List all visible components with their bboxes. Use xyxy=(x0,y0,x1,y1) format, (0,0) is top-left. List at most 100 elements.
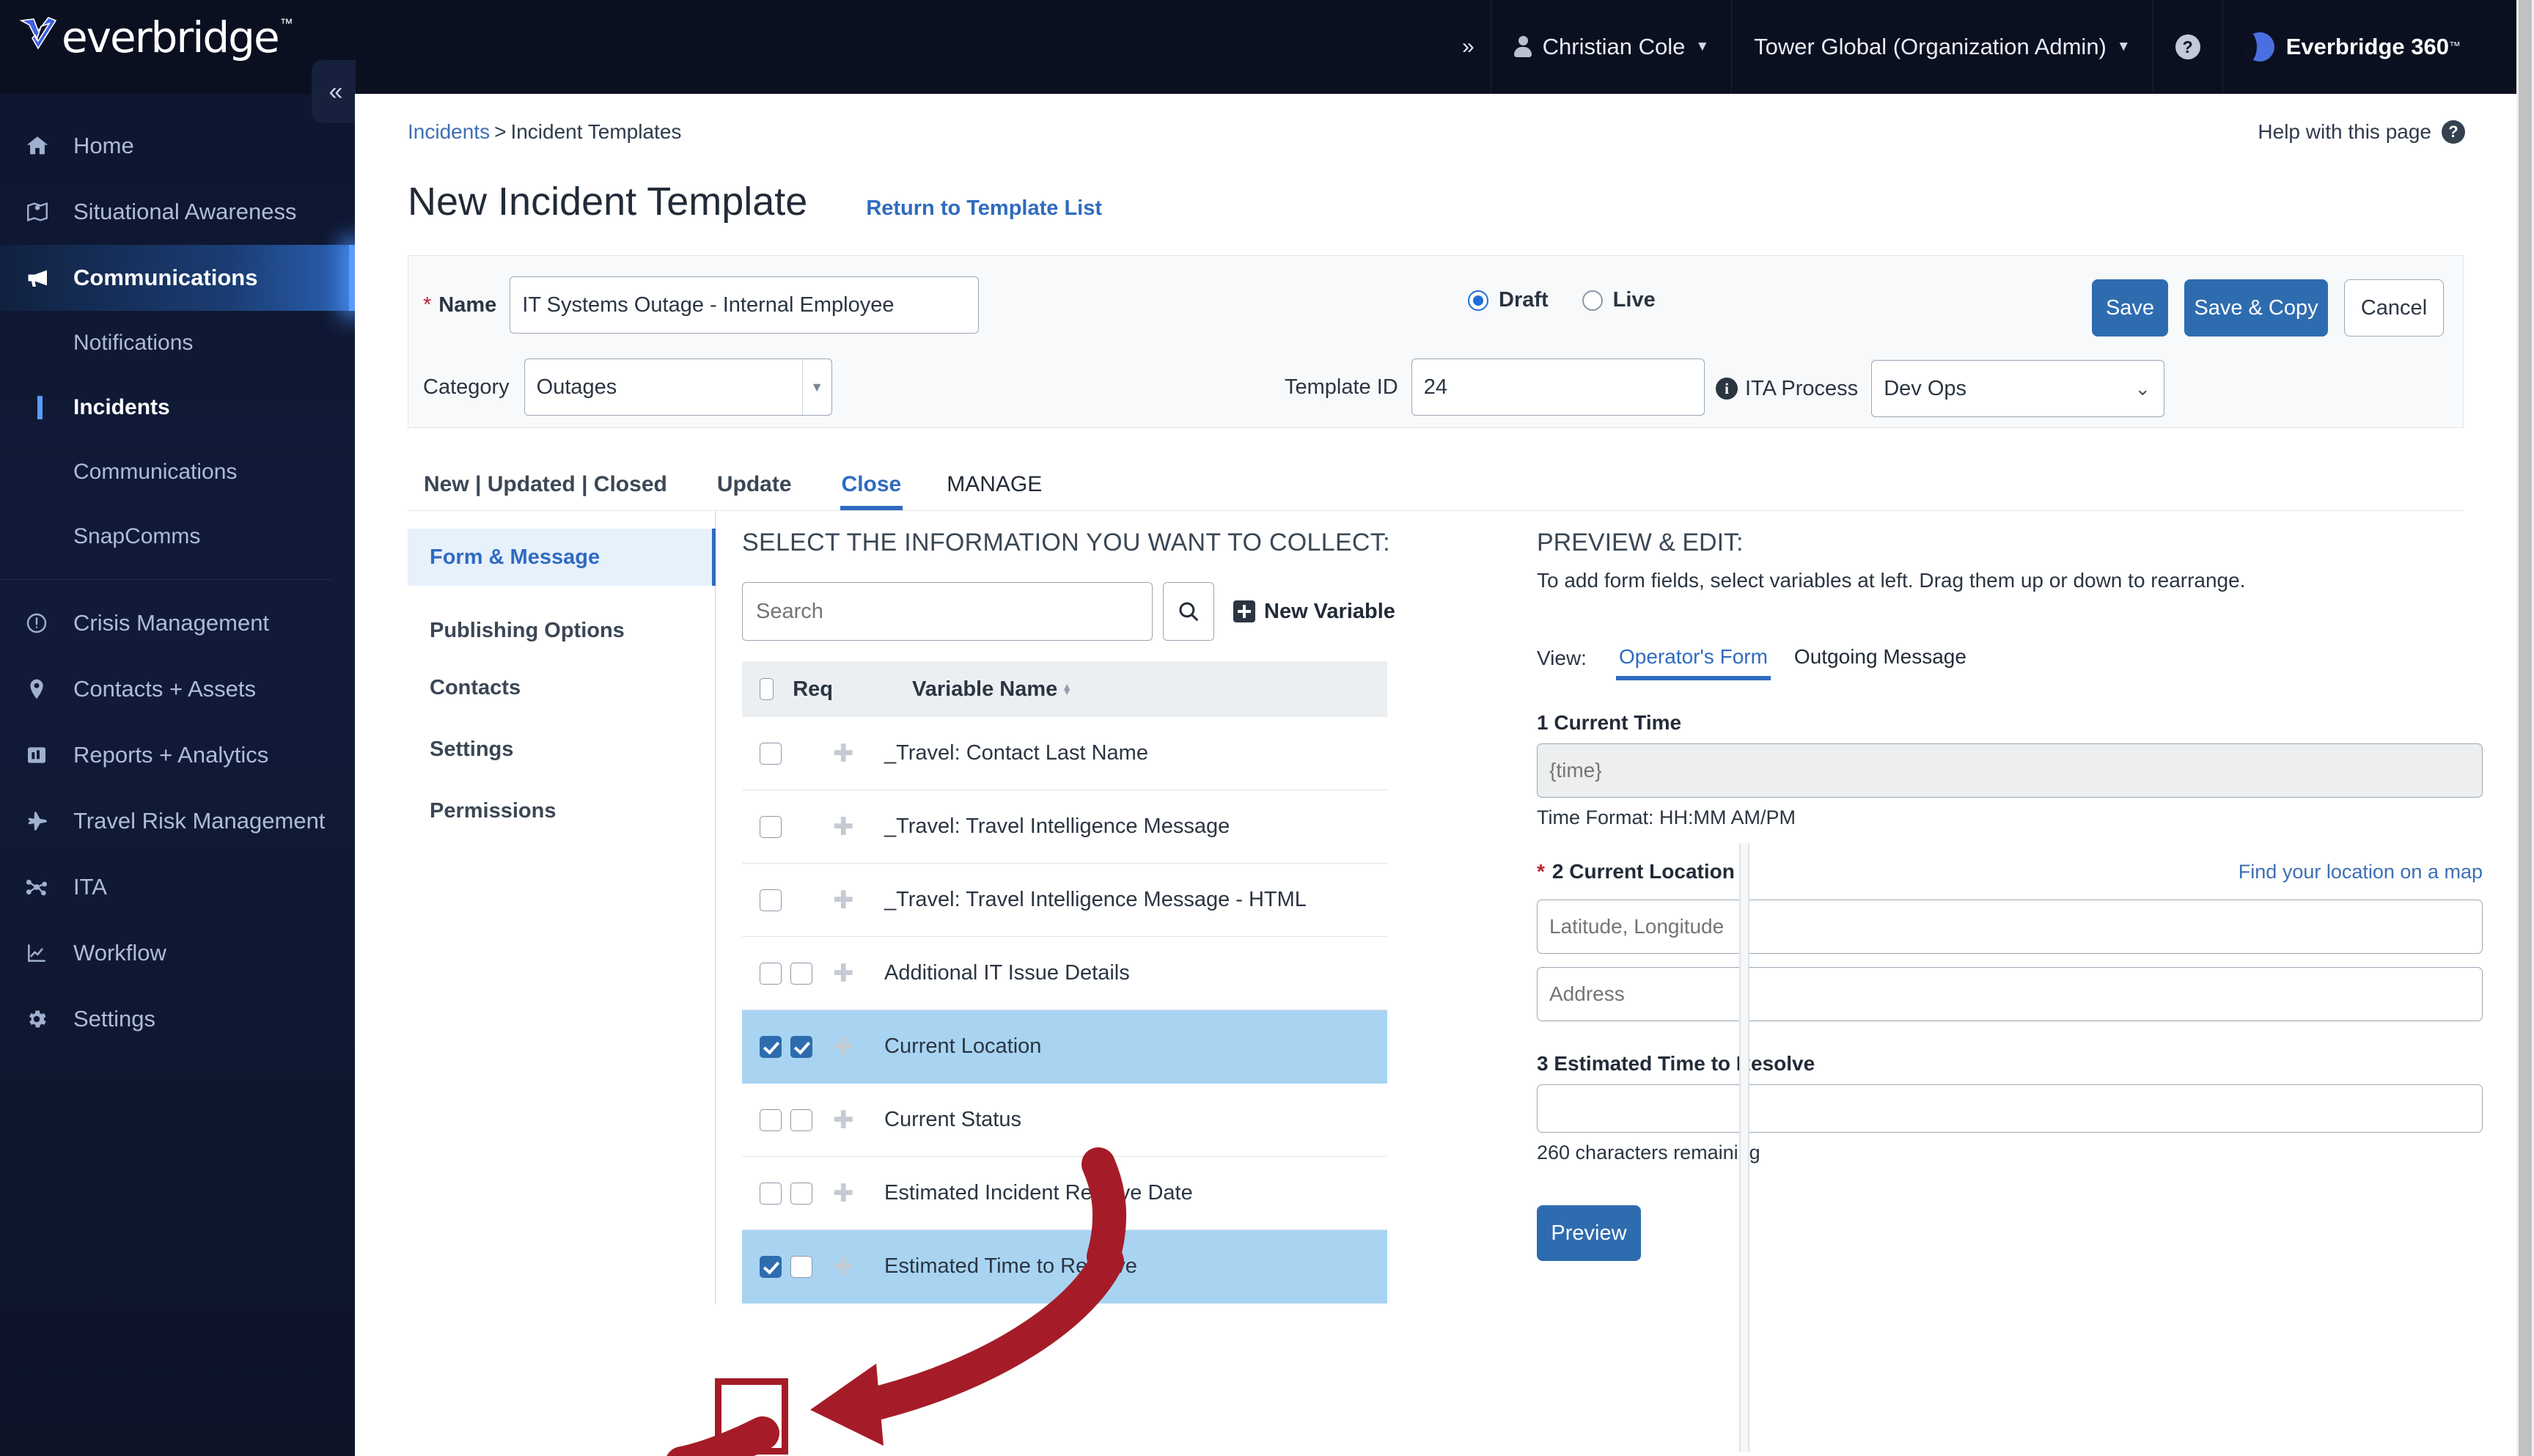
draft-radio[interactable] xyxy=(1468,290,1488,311)
sidebar-item-reports-analytics[interactable]: Reports + Analytics xyxy=(0,722,355,788)
search-input[interactable] xyxy=(742,582,1153,641)
tab-manage[interactable]: MANAGE xyxy=(930,472,1058,510)
search-button[interactable] xyxy=(1163,582,1214,641)
variable-name: _Travel: Contact Last Name xyxy=(884,741,1148,765)
variable-name: _Travel: Travel Intelligence Message - H… xyxy=(884,888,1307,911)
sidebar-item-snapcomms[interactable]: SnapComms xyxy=(0,504,355,569)
variables-list-scrollbar[interactable] xyxy=(1739,843,1749,1452)
chevron-down-icon: ▼ xyxy=(2116,39,2131,54)
sidebar-item-contacts-assets[interactable]: Contacts + Assets xyxy=(0,656,355,722)
include-checkbox[interactable] xyxy=(760,889,782,911)
estimated-time-to-resolve-input[interactable] xyxy=(1537,1084,2483,1133)
required-checkbox[interactable] xyxy=(790,1035,812,1058)
save-and-copy-button[interactable]: Save & Copy xyxy=(2184,279,2328,337)
expand-menu-icon[interactable]: » xyxy=(1443,34,1491,59)
include-checkbox[interactable] xyxy=(760,962,782,985)
new-variable-label: New Variable xyxy=(1264,599,1395,623)
save-button[interactable]: Save xyxy=(2092,279,2168,337)
cancel-button[interactable]: Cancel xyxy=(2344,279,2444,337)
template-id-input[interactable] xyxy=(1411,359,1705,416)
subnav-item-permissions[interactable]: Permissions xyxy=(408,782,715,839)
return-to-template-list-link[interactable]: Return to Template List xyxy=(866,196,1102,221)
organization-menu[interactable]: Tower Global (Organization Admin) ▼ xyxy=(1732,0,2153,94)
required-checkbox[interactable] xyxy=(790,1182,812,1205)
ita-process-select[interactable]: Dev Ops ⌄ xyxy=(1871,360,2165,417)
include-checkbox[interactable] xyxy=(760,1035,782,1058)
drag-plus-icon[interactable]: ✚ xyxy=(833,959,884,988)
sidebar-item-workflow[interactable]: Workflow xyxy=(0,920,355,986)
sidebar-item-communications-sub[interactable]: Communications xyxy=(0,440,355,504)
tab-operators-form[interactable]: Operator's Form xyxy=(1606,645,1781,680)
table-row[interactable]: ✚ Additional IT Issue Details xyxy=(742,937,1387,1010)
drag-plus-icon[interactable]: ✚ xyxy=(833,1252,884,1282)
new-variable-button[interactable]: New Variable xyxy=(1233,600,1395,624)
table-row[interactable]: ✚ _Travel: Travel Intelligence Message -… xyxy=(742,864,1387,937)
subnav-item-form-message[interactable]: Form & Message xyxy=(408,529,716,586)
drag-plus-icon[interactable]: ✚ xyxy=(833,1032,884,1062)
tab-new-updated-closed[interactable]: New | Updated | Closed xyxy=(408,472,683,510)
subnav-item-settings[interactable]: Settings xyxy=(408,721,715,778)
category-select[interactable]: Outages ▼ xyxy=(524,359,832,416)
find-location-on-map-link[interactable]: Find your location on a map xyxy=(2239,861,2483,883)
subnav-item-publishing-options[interactable]: Publishing Options xyxy=(408,602,715,659)
table-row[interactable]: ✚ Estimated Incident Resolve Date xyxy=(742,1157,1387,1230)
sidebar-item-home[interactable]: Home xyxy=(0,113,355,179)
sidebar-item-situational-awareness[interactable]: Situational Awareness xyxy=(0,179,355,245)
help-with-this-page-link[interactable]: Help with this page ? xyxy=(2258,120,2465,144)
sidebar-item-communications[interactable]: Communications xyxy=(0,245,355,311)
help-button[interactable]: ? xyxy=(2153,0,2222,94)
tab-close[interactable]: Close xyxy=(826,472,918,510)
megaphone-icon xyxy=(25,265,63,291)
sort-updown-icon[interactable]: ▲ ▼ xyxy=(1062,681,1072,696)
everbridge-logo[interactable]: everbridge ™ xyxy=(19,16,293,59)
template-name-input[interactable] xyxy=(510,276,980,334)
sidebar-item-crisis-management[interactable]: Crisis Management xyxy=(0,590,355,656)
tab-update[interactable]: Update xyxy=(701,472,808,510)
breadcrumb-link-incidents[interactable]: Incidents xyxy=(408,120,490,143)
browser-scrollbar-thumb[interactable] xyxy=(2519,0,2532,1456)
include-checkbox[interactable] xyxy=(760,1108,782,1131)
preview-button[interactable]: Preview xyxy=(1537,1205,1641,1261)
sidebar-item-travel-risk-management[interactable]: Travel Risk Management xyxy=(0,788,355,854)
live-radio[interactable] xyxy=(1582,290,1603,311)
required-checkbox[interactable] xyxy=(790,1108,812,1131)
sidebar-item-ita[interactable]: ITA xyxy=(0,854,355,920)
user-menu[interactable]: Christian Cole ▼ xyxy=(1491,0,1732,94)
name-field-group: * Name xyxy=(423,276,980,334)
info-icon[interactable]: i xyxy=(1716,378,1738,400)
subnav-item-contacts[interactable]: Contacts xyxy=(408,659,715,716)
sidebar-item-settings[interactable]: Settings xyxy=(0,986,355,1052)
live-radio-label: Live xyxy=(1612,288,1656,312)
table-row[interactable]: ✚ _Travel: Contact Last Name xyxy=(742,717,1387,790)
question-mark-icon: ? xyxy=(2175,34,2200,59)
select-all-checkbox[interactable] xyxy=(760,678,774,700)
drag-plus-icon[interactable]: ✚ xyxy=(833,1106,884,1135)
browser-scrollbar[interactable] xyxy=(2516,0,2534,1456)
table-row[interactable]: ✚ Current Location xyxy=(742,1010,1387,1084)
required-checkbox[interactable] xyxy=(790,962,812,985)
drag-plus-icon[interactable]: ✚ xyxy=(833,886,884,915)
everbridge-360-badge[interactable]: Everbridge 360 ™ xyxy=(2223,0,2483,94)
sidebar-item-label: Contacts + Assets xyxy=(73,676,256,702)
table-row[interactable]: ✚ Estimated Time to Resolve xyxy=(742,1230,1387,1304)
variable-name: Current Status xyxy=(884,1108,1021,1131)
required-checkbox[interactable] xyxy=(790,1255,812,1278)
drag-plus-icon[interactable]: ✚ xyxy=(833,1179,884,1208)
include-checkbox[interactable] xyxy=(760,1255,782,1278)
sidebar-item-notifications[interactable]: Notifications xyxy=(0,311,355,375)
latitude-longitude-input[interactable] xyxy=(1537,900,2483,954)
include-checkbox[interactable] xyxy=(760,1182,782,1205)
top-navigation-bar: everbridge ™ » Christian Cole ▼ Tower Gl… xyxy=(0,0,2516,94)
plus-square-icon xyxy=(1233,600,1255,622)
include-checkbox[interactable] xyxy=(760,742,782,765)
variable-name-column-label: Variable Name xyxy=(912,677,1058,701)
drag-plus-icon[interactable]: ✚ xyxy=(833,739,884,768)
drag-plus-icon[interactable]: ✚ xyxy=(833,812,884,842)
row-checkboxes xyxy=(760,889,833,911)
table-row[interactable]: ✚ _Travel: Travel Intelligence Message xyxy=(742,790,1387,864)
include-checkbox[interactable] xyxy=(760,815,782,838)
table-row[interactable]: ✚ Current Status xyxy=(742,1084,1387,1157)
tab-outgoing-message[interactable]: Outgoing Message xyxy=(1781,645,1980,680)
sidebar-item-incidents[interactable]: Incidents xyxy=(0,375,355,440)
address-input[interactable] xyxy=(1537,967,2483,1021)
